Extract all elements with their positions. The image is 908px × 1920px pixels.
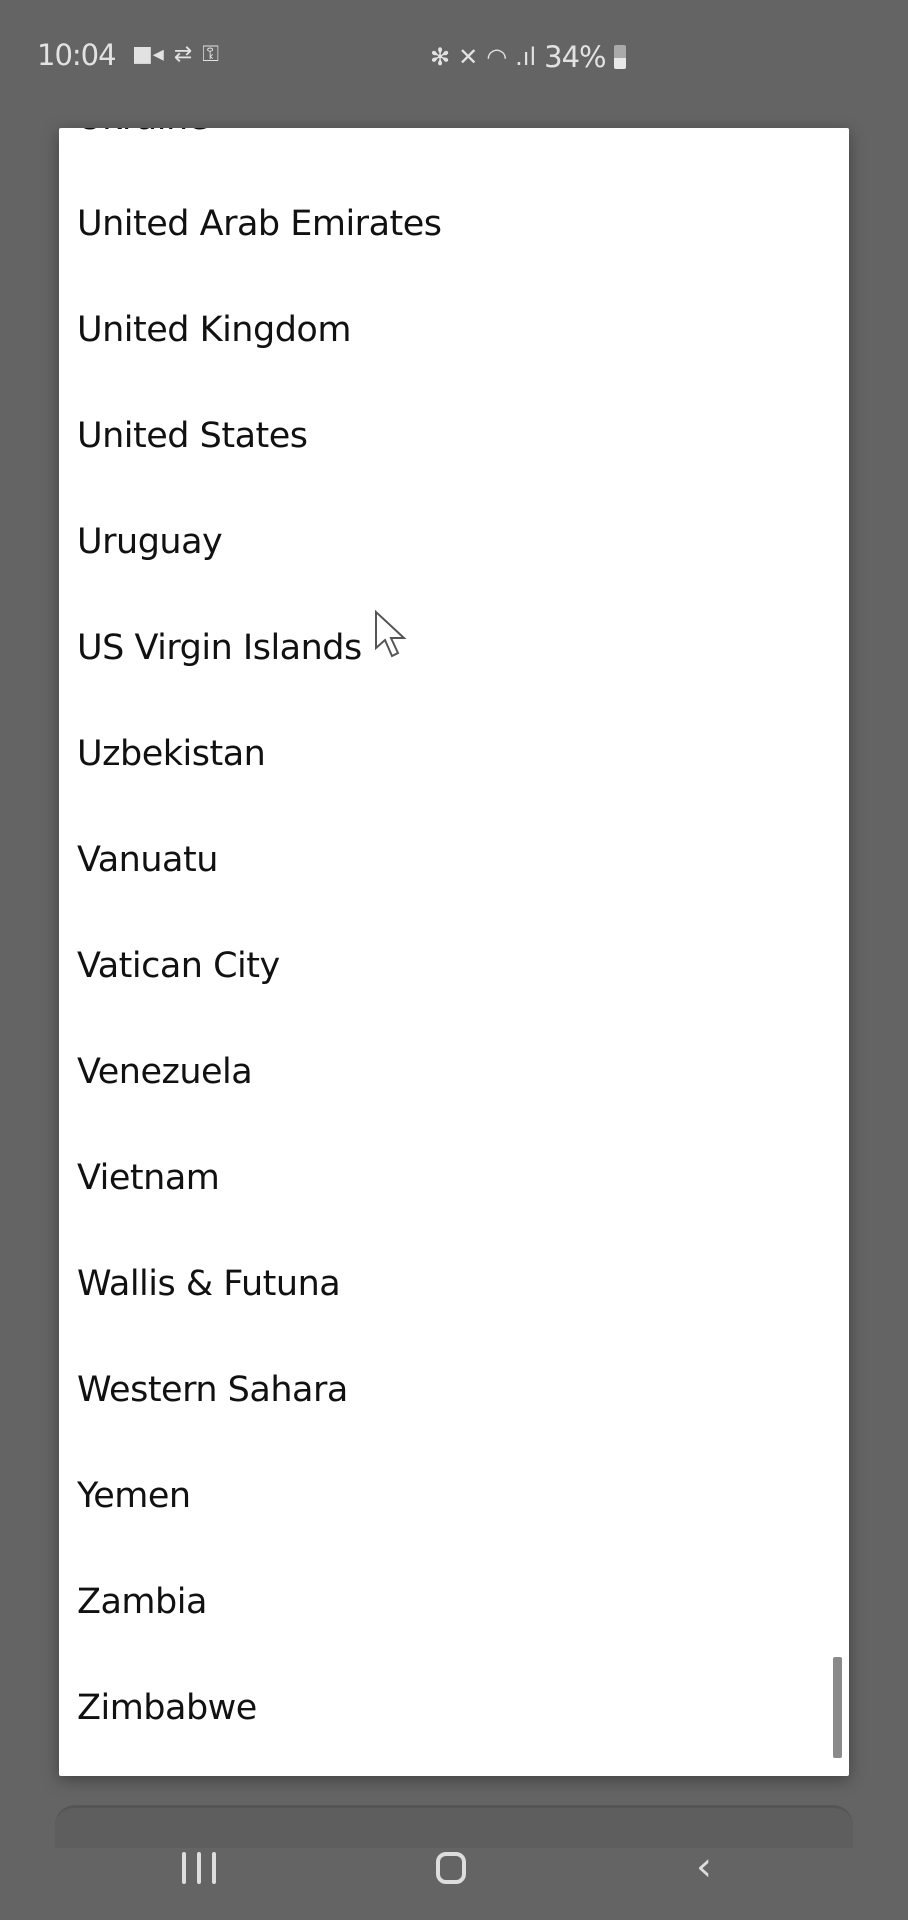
- vpn-key-icon: ⚿: [202, 42, 220, 67]
- battery-percent: 34%: [544, 40, 606, 74]
- country-picker-dialog: Ukraine United Arab Emirates United King…: [59, 128, 849, 1776]
- signal-icon: .ıl: [515, 43, 537, 71]
- status-bar: 10:04 ■◂ ⇄ ⚿ ✻ ✕ ◠ .ıl 34%: [0, 0, 908, 110]
- sync-icon: ⇄: [173, 42, 193, 67]
- list-item-wallis-futuna[interactable]: Wallis & Futuna: [59, 1231, 849, 1337]
- wifi-icon: ◠: [486, 43, 508, 71]
- list-item-uruguay[interactable]: Uruguay: [59, 489, 849, 595]
- list-item-us-virgin-islands[interactable]: US Virgin Islands: [59, 595, 849, 701]
- navigation-bar: ‹: [0, 1820, 908, 1920]
- bluetooth-icon: ✻: [430, 43, 451, 71]
- country-list[interactable]: Ukraine United Arab Emirates United King…: [59, 128, 849, 1761]
- home-icon[interactable]: [436, 1852, 466, 1884]
- list-item-ukraine[interactable]: Ukraine: [59, 128, 849, 171]
- status-time: 10:04: [37, 38, 117, 72]
- list-item-vanuatu[interactable]: Vanuatu: [59, 807, 849, 913]
- scrollbar[interactable]: [833, 1657, 842, 1758]
- back-icon[interactable]: ‹: [696, 1844, 712, 1890]
- mute-icon: ✕: [458, 43, 479, 71]
- list-item-venezuela[interactable]: Venezuela: [59, 1019, 849, 1125]
- list-item-vietnam[interactable]: Vietnam: [59, 1125, 849, 1231]
- list-item-united-arab-emirates[interactable]: United Arab Emirates: [59, 171, 849, 277]
- recents-icon[interactable]: [182, 1852, 216, 1884]
- list-item-western-sahara[interactable]: Western Sahara: [59, 1337, 849, 1443]
- battery-icon: [613, 45, 626, 69]
- mouse-cursor-icon: [375, 610, 407, 658]
- list-item-yemen[interactable]: Yemen: [59, 1443, 849, 1549]
- list-item-united-states[interactable]: United States: [59, 383, 849, 489]
- list-item-vatican-city[interactable]: Vatican City: [59, 913, 849, 1019]
- list-item-zimbabwe[interactable]: Zimbabwe: [59, 1655, 849, 1761]
- list-item-united-kingdom[interactable]: United Kingdom: [59, 277, 849, 383]
- video-record-icon: ■◂: [132, 42, 164, 67]
- list-item-zambia[interactable]: Zambia: [59, 1549, 849, 1655]
- list-item-uzbekistan[interactable]: Uzbekistan: [59, 701, 849, 807]
